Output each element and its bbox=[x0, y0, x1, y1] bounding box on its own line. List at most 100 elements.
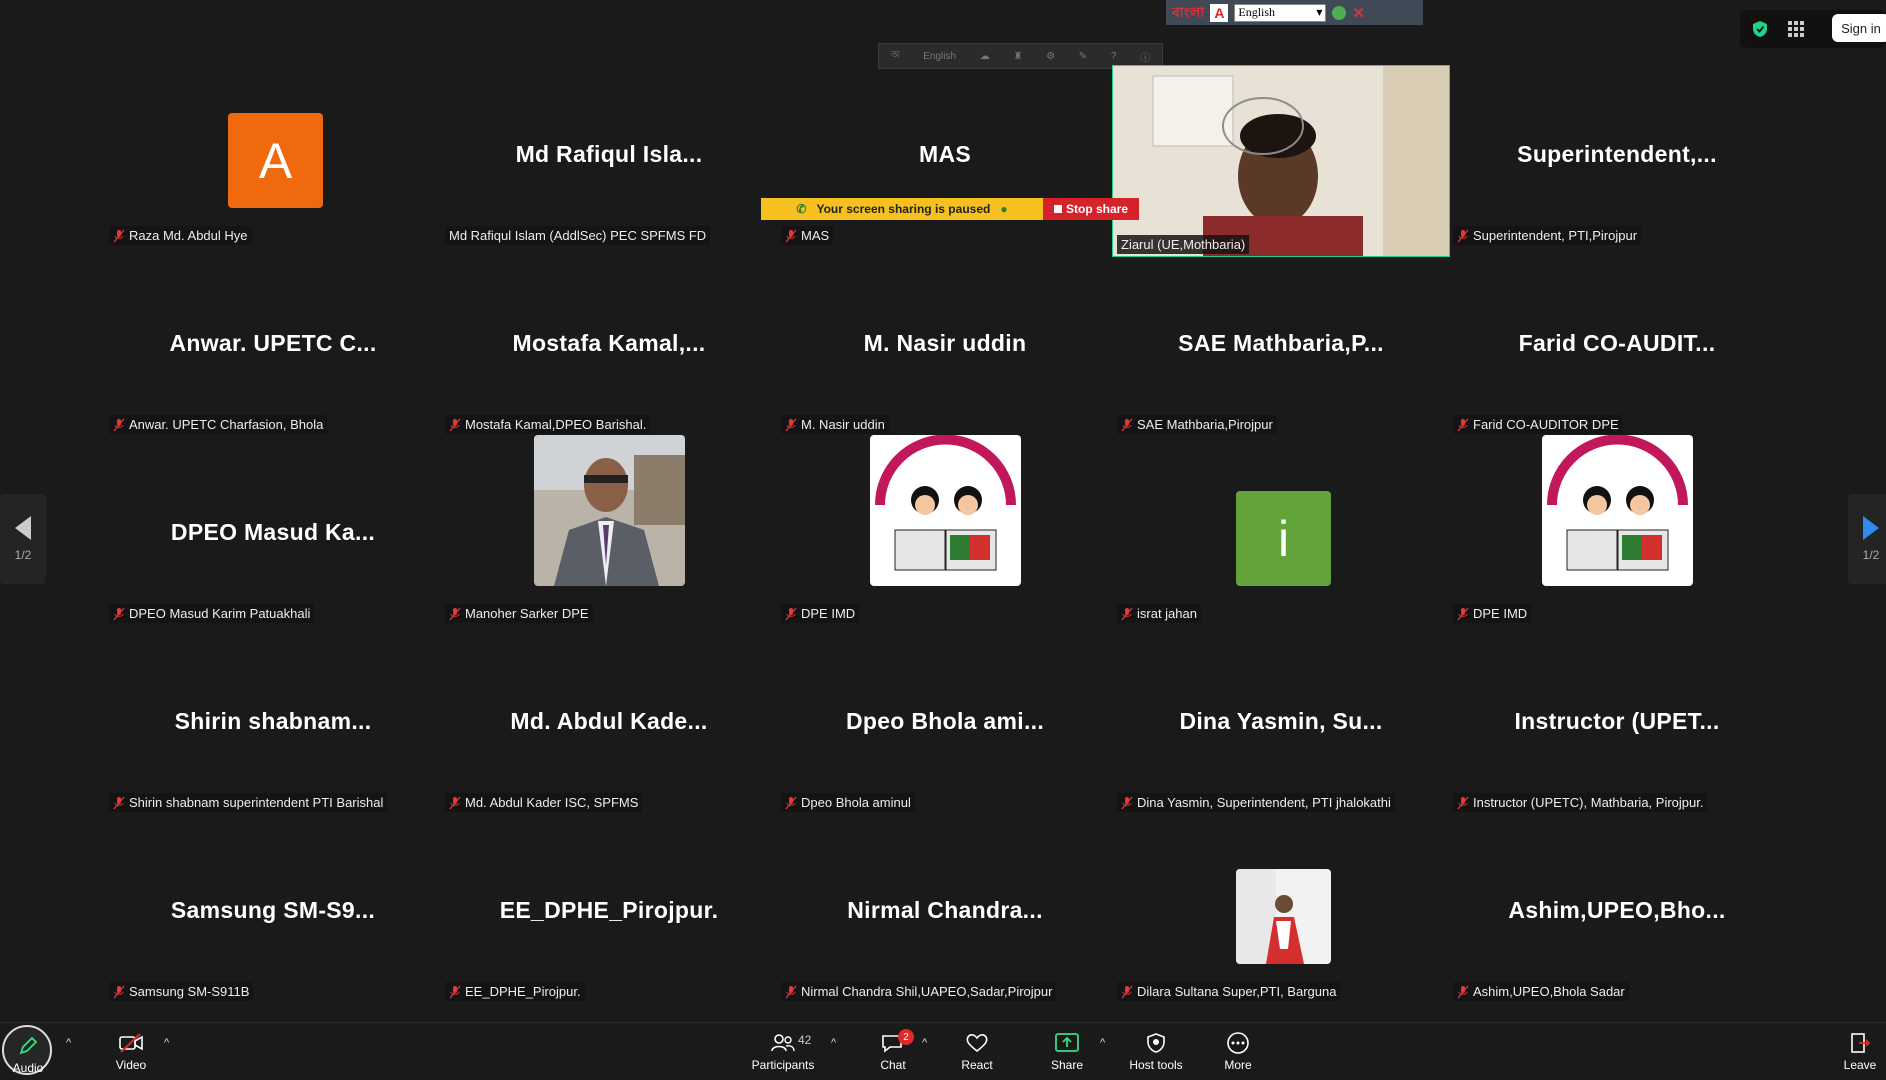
participant-display-name: Mostafa Kamal,... bbox=[512, 330, 706, 356]
participant-name-label: SAE Mathbaria,Pirojpur bbox=[1137, 417, 1273, 432]
mic-muted-icon bbox=[1457, 418, 1469, 432]
arrow-right-icon bbox=[1863, 516, 1879, 540]
participant-label: DPE IMD bbox=[781, 604, 860, 623]
host-tools-button[interactable]: Host tools bbox=[1124, 1023, 1188, 1080]
participant-tile[interactable]: Instructor (UPET... Instructor (UPETC), … bbox=[1449, 627, 1785, 816]
participant-label: EE_DPHE_Pirojpur. bbox=[445, 982, 585, 1001]
participant-name-label: Instructor (UPETC), Mathbaria, Pirojpur. bbox=[1473, 795, 1704, 810]
mic-muted-icon bbox=[1121, 796, 1133, 810]
participant-label: Dilara Sultana Super,PTI, Barguna bbox=[1117, 982, 1341, 1001]
ime-bangla-label[interactable]: বাংলা bbox=[1172, 1, 1204, 25]
mic-muted-icon bbox=[1457, 229, 1469, 243]
participant-display-name: Dina Yasmin, Su... bbox=[1179, 708, 1383, 734]
participant-tile[interactable]: EE_DPHE_Pirojpur. EE_DPHE_Pirojpur. bbox=[441, 816, 777, 1005]
participants-label: Participants bbox=[751, 1057, 815, 1072]
participant-tile[interactable]: Manoher Sarker DPE bbox=[441, 435, 777, 627]
participant-tile[interactable]: Dilara Sultana Super,PTI, Barguna bbox=[1113, 816, 1449, 1005]
chat-button[interactable]: Chat 2 bbox=[872, 1023, 914, 1080]
next-page-button[interactable]: 1/2 bbox=[1848, 494, 1886, 584]
video-button[interactable]: Video bbox=[108, 1023, 154, 1080]
paused-text: Your screen sharing is paused bbox=[816, 202, 991, 216]
participants-button[interactable]: Participants 42 bbox=[748, 1023, 818, 1080]
page-indicator: 1/2 bbox=[1862, 548, 1880, 562]
more-icon bbox=[1227, 1031, 1249, 1054]
participant-video-tile[interactable]: Ziarul (UE,Mothbaria) bbox=[1112, 65, 1450, 257]
participant-tile[interactable]: Samsung SM-S9... Samsung SM-S911B bbox=[105, 816, 441, 1005]
participant-label: Mostafa Kamal,DPEO Barishal. bbox=[445, 415, 651, 434]
view-grid-icon[interactable] bbox=[1788, 21, 1804, 37]
participants-options-caret[interactable]: ^ bbox=[831, 1037, 836, 1049]
participant-tile[interactable]: MAS MAS bbox=[777, 60, 1113, 249]
sign-in-button[interactable]: Sign in bbox=[1832, 14, 1886, 42]
ime-language-select[interactable]: English ▾ bbox=[1234, 3, 1327, 22]
participant-tile[interactable]: Farid CO-AUDIT... Farid CO-AUDITOR DPE bbox=[1449, 249, 1785, 438]
participant-tile[interactable]: Md Rafiqul Isla... Md Rafiqul Islam (Add… bbox=[441, 60, 777, 249]
participant-tile[interactable]: Ashim,UPEO,Bho... Ashim,UPEO,Bhola Sadar bbox=[1449, 816, 1785, 1005]
ime-close-icon[interactable]: ✕ bbox=[1352, 4, 1365, 22]
more-label: More bbox=[1224, 1057, 1252, 1072]
ime-a-icon[interactable]: A bbox=[1210, 3, 1229, 22]
participant-name-label: Dilara Sultana Super,PTI, Barguna bbox=[1137, 984, 1337, 999]
participant-display-name: Md. Abdul Kade... bbox=[510, 708, 708, 734]
video-label: Video bbox=[115, 1057, 147, 1072]
stop-share-button[interactable]: Stop share bbox=[1043, 198, 1139, 220]
participant-tile[interactable]: Mostafa Kamal,... Mostafa Kamal,DPEO Bar… bbox=[441, 249, 777, 438]
audio-options-caret[interactable]: ^ bbox=[66, 1037, 71, 1049]
participant-display-name: Instructor (UPET... bbox=[1514, 708, 1720, 734]
mic-muted-icon bbox=[785, 418, 797, 432]
participant-name-label: Superintendent, PTI,Pirojpur bbox=[1473, 228, 1638, 243]
participant-tile[interactable]: Superintendent,... Superintendent, PTI,P… bbox=[1449, 60, 1785, 249]
shield-icon[interactable] bbox=[1752, 20, 1768, 38]
participant-name-label: Mostafa Kamal,DPEO Barishal. bbox=[465, 417, 647, 432]
participant-tile[interactable]: Md. Abdul Kade... Md. Abdul Kader ISC, S… bbox=[441, 627, 777, 816]
participant-tile[interactable]: Anwar. UPETC C... Anwar. UPETC Charfasio… bbox=[105, 249, 441, 438]
participant-tile[interactable]: Dpeo Bhola ami... Dpeo Bhola aminul bbox=[777, 627, 1113, 816]
info-icon[interactable]: ⓘ bbox=[1140, 49, 1150, 64]
participant-display-name: Nirmal Chandra... bbox=[847, 897, 1043, 923]
participant-label: Farid CO-AUDITOR DPE bbox=[1453, 415, 1623, 434]
leave-button[interactable]: Leave bbox=[1840, 1023, 1880, 1080]
audio-label: Audio bbox=[12, 1060, 44, 1075]
share-button[interactable]: Share bbox=[1044, 1023, 1090, 1080]
participant-name-label: Anwar. UPETC Charfasion, Bhola bbox=[129, 417, 324, 432]
participants-icon bbox=[771, 1033, 795, 1051]
react-button[interactable]: React bbox=[954, 1023, 1000, 1080]
participant-display-name: Ashim,UPEO,Bho... bbox=[1508, 897, 1726, 923]
participant-tile[interactable]: DPEO Masud Ka... DPEO Masud Karim Patuak… bbox=[105, 438, 441, 627]
participant-name-label: Raza Md. Abdul Hye bbox=[129, 228, 248, 243]
shield-icon: ● bbox=[1000, 202, 1008, 216]
previous-page-button[interactable]: 1/2 bbox=[0, 494, 46, 584]
participant-tile[interactable]: Nirmal Chandra... Nirmal Chandra Shil,UA… bbox=[777, 816, 1113, 1005]
participant-label: Dpeo Bhola aminul bbox=[781, 793, 915, 812]
mic-muted-icon bbox=[113, 607, 125, 621]
participant-tile[interactable]: SAE Mathbaria,P... SAE Mathbaria,Pirojpu… bbox=[1113, 249, 1449, 438]
share-options-caret[interactable]: ^ bbox=[1100, 1037, 1105, 1049]
participant-tile[interactable]: DPE IMD bbox=[777, 435, 1113, 627]
participant-name-label: Md Rafiqul Islam (AddlSec) PEC SPFMS FD bbox=[449, 228, 707, 243]
video-options-caret[interactable]: ^ bbox=[164, 1037, 169, 1049]
participant-name-label: MAS bbox=[801, 228, 830, 243]
participant-tile[interactable]: DPE IMD bbox=[1449, 435, 1785, 627]
participant-tile[interactable]: Dina Yasmin, Su... Dina Yasmin, Superint… bbox=[1113, 627, 1449, 816]
pencil-icon bbox=[19, 1036, 38, 1054]
participant-name-label: M. Nasir uddin bbox=[801, 417, 885, 432]
participant-name-label: Ashim,UPEO,Bhola Sadar bbox=[1473, 984, 1625, 999]
participant-name-label: Md. Abdul Kader ISC, SPFMS bbox=[465, 795, 639, 810]
participant-name-label: Farid CO-AUDITOR DPE bbox=[1473, 417, 1619, 432]
ime-language-value: English bbox=[1238, 5, 1276, 19]
participant-label: Instructor (UPETC), Mathbaria, Pirojpur. bbox=[1453, 793, 1708, 812]
participant-label: Md Rafiqul Islam (AddlSec) PEC SPFMS FD bbox=[445, 226, 711, 245]
participant-display-name: Samsung SM-S9... bbox=[170, 897, 376, 923]
more-button[interactable]: More bbox=[1218, 1023, 1258, 1080]
mic-muted-icon bbox=[1457, 796, 1469, 810]
participant-tile[interactable]: i israt jahan bbox=[1113, 438, 1449, 627]
ime-status-icon[interactable] bbox=[1332, 5, 1347, 20]
participant-tile[interactable]: M. Nasir uddin M. Nasir uddin bbox=[777, 249, 1113, 438]
participant-display-name: Dpeo Bhola ami... bbox=[845, 708, 1045, 734]
audio-button[interactable]: Audio bbox=[0, 1023, 56, 1080]
mic-muted-icon bbox=[785, 607, 797, 621]
chat-options-caret[interactable]: ^ bbox=[922, 1037, 927, 1049]
participant-tile[interactable]: Shirin shabnam... Shirin shabnam superin… bbox=[105, 627, 441, 816]
participant-tile[interactable]: A Raza Md. Abdul Hye bbox=[105, 60, 441, 249]
meeting-toolbar: Audio ^ Video ^ Participants 42 ^ Chat 2… bbox=[0, 1022, 1886, 1080]
